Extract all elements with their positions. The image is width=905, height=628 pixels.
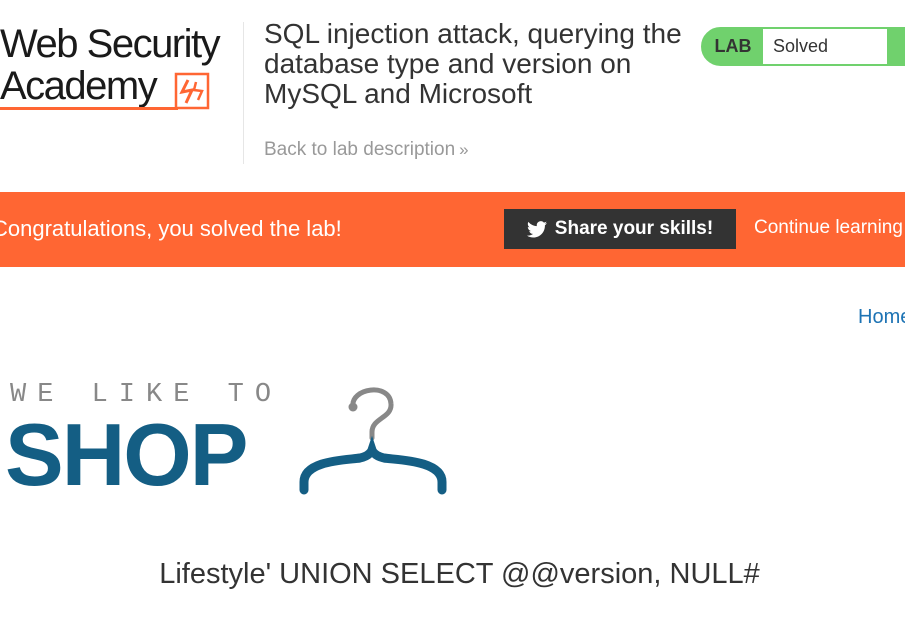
header-divider xyxy=(243,22,244,164)
lab-title: SQL injection attack, querying the datab… xyxy=(264,18,682,109)
logo-flask-icon xyxy=(174,72,210,110)
share-button-label: Share your skills! xyxy=(554,218,714,239)
logo-underline xyxy=(0,107,178,110)
hanger-icon xyxy=(299,387,447,495)
lab-status-widget: LAB Solved xyxy=(701,27,905,66)
share-skills-button[interactable]: Share your skills! xyxy=(504,209,736,249)
search-results-title: Lifestyle' UNION SELECT @@version, NULL# xyxy=(159,558,760,590)
web-security-academy-logo[interactable]: Web Security Academy xyxy=(0,22,240,117)
home-link[interactable]: Home xyxy=(858,306,905,329)
logo-text-line1: Web Security xyxy=(0,22,221,66)
solved-banner: Congratulations, you solved the lab! Sha… xyxy=(0,192,905,267)
continue-learning-link[interactable]: Continue learning xyxy=(754,217,903,239)
twitter-icon xyxy=(526,220,547,237)
back-link-label: Back to lab description xyxy=(264,139,456,160)
back-to-lab-description-link[interactable]: Back to lab description» xyxy=(264,139,469,161)
banner-message: Congratulations, you solved the lab! xyxy=(0,216,342,241)
lab-status-label: LAB xyxy=(714,36,752,56)
double-chevron-right-icon: » xyxy=(459,140,469,159)
shop-word: SHOP xyxy=(5,405,248,504)
lab-status-value: Solved xyxy=(763,29,887,64)
logo-text-line2: Academy xyxy=(0,64,158,108)
